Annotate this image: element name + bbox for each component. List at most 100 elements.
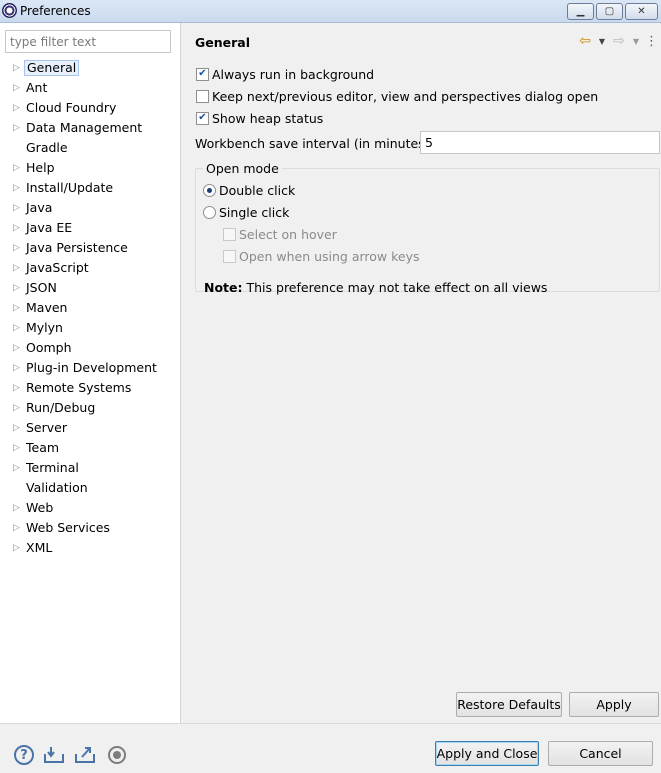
tree-item-label: Java Persistence <box>26 240 128 255</box>
expand-arrow-icon[interactable]: ▷ <box>13 58 23 78</box>
expand-arrow-icon[interactable]: ▷ <box>13 238 23 258</box>
keep-next-previous-label: Keep next/previous editor, view and pers… <box>212 88 599 104</box>
preferences-tree: ▷ General ▷ Ant ▷ Cloud Foundry ▷ Data Manageme… <box>0 58 180 558</box>
tree-item[interactable]: ▷ XML <box>0 538 180 558</box>
expand-arrow-icon[interactable]: ▷ <box>13 218 23 238</box>
tree-item[interactable]: ▷ JSON <box>0 278 180 298</box>
view-menu-icon[interactable]: ⋮ <box>645 34 658 49</box>
expand-arrow-icon[interactable]: ▷ <box>13 258 23 278</box>
single-click-option[interactable]: Single click <box>203 203 289 221</box>
open-arrow-keys-option[interactable]: Open when using arrow keys <box>223 247 420 265</box>
radio-selected-dot-icon <box>207 187 212 193</box>
expand-arrow-icon[interactable]: ▷ <box>13 298 23 318</box>
select-on-hover-option[interactable]: Select on hover <box>223 225 337 243</box>
expand-arrow-icon[interactable]: ▷ <box>13 178 23 198</box>
help-button[interactable]: ? <box>13 744 35 766</box>
expand-arrow-icon[interactable]: ▷ <box>13 518 23 538</box>
keep-next-previous-option[interactable]: Keep next/previous editor, view and pers… <box>196 87 598 105</box>
tree-item-label: Mylyn <box>26 320 63 335</box>
back-history-dropdown-icon[interactable]: ▼ <box>597 37 607 46</box>
expand-arrow-icon[interactable]: ▷ <box>13 118 23 138</box>
back-arrow-icon[interactable]: ⇦ <box>577 33 593 49</box>
tree-item-label: Cloud Foundry <box>26 100 117 115</box>
apply-and-close-button[interactable]: Apply and Close <box>435 741 539 766</box>
tree-item[interactable]: ▷ Java EE <box>0 218 180 238</box>
tree-item[interactable]: ▷ Plug-in Development <box>0 358 180 378</box>
double-click-radio[interactable] <box>203 183 216 197</box>
always-run-background-checkbox[interactable]: ✔ <box>196 67 209 81</box>
export-preferences-button[interactable] <box>74 744 96 766</box>
tree-item[interactable]: ▷ Cloud Foundry <box>0 98 180 118</box>
keep-next-previous-checkbox[interactable] <box>196 89 209 103</box>
note-text: This preference may not take effect on a… <box>242 280 548 295</box>
tree-item[interactable]: ▷ Install/Update <box>0 178 180 198</box>
expand-arrow-icon[interactable]: ▷ <box>13 438 23 458</box>
tree-item[interactable]: ▷ General <box>0 58 180 78</box>
expand-arrow-icon[interactable]: ▷ <box>13 498 23 518</box>
expand-arrow-icon[interactable]: ▷ <box>13 198 23 218</box>
expand-arrow-icon[interactable]: ▷ <box>13 98 23 118</box>
maximize-button[interactable]: ▢ <box>596 3 623 20</box>
always-run-background-label: Always run in background <box>212 66 375 82</box>
tree-item-label: JavaScript <box>26 260 89 275</box>
close-button[interactable]: ✕ <box>625 3 658 20</box>
tree-item[interactable]: ▷ Run/Debug <box>0 398 180 418</box>
tree-item[interactable]: ▷ Maven <box>0 298 180 318</box>
forward-history-dropdown-icon[interactable]: ▼ <box>631 37 641 46</box>
expand-arrow-icon[interactable]: ▷ <box>13 318 23 338</box>
tree-item[interactable]: ▷ Java Persistence <box>0 238 180 258</box>
tree-item[interactable]: ▷ Team <box>0 438 180 458</box>
tree-item[interactable]: ▷ Data Management <box>0 118 180 138</box>
minimize-button[interactable]: ▁ <box>567 3 594 20</box>
tree-item[interactable]: ▷ Terminal <box>0 458 180 478</box>
tree-item[interactable]: ▷ Web Services <box>0 518 180 538</box>
tree-item[interactable]: ▷ Server <box>0 418 180 438</box>
tree-item-label: Install/Update <box>26 180 114 195</box>
tree-item[interactable]: ▷ JavaScript <box>0 258 180 278</box>
expand-arrow-icon[interactable]: ▷ <box>13 458 23 478</box>
filter-input[interactable] <box>5 30 171 53</box>
expand-arrow-icon[interactable]: ▷ <box>13 398 23 418</box>
import-preferences-button[interactable] <box>43 744 65 766</box>
tree-item[interactable]: Gradle <box>0 138 180 158</box>
page-navigation-toolbar: ⇦ ▼ ⇨ ▼ ⋮ <box>577 33 658 49</box>
apply-button[interactable]: Apply <box>569 692 659 717</box>
tree-item[interactable]: Validation <box>0 478 180 498</box>
expand-arrow-icon[interactable]: ▷ <box>13 538 23 558</box>
always-run-background-option[interactable]: ✔ Always run in background <box>196 65 374 83</box>
stop-button[interactable] <box>106 744 128 766</box>
expand-arrow-icon[interactable]: ▷ <box>13 278 23 298</box>
tree-item-label: Java <box>26 200 53 215</box>
tree-item-label: Plug-in Development <box>26 360 157 375</box>
restore-defaults-button[interactable]: Restore Defaults <box>456 692 562 717</box>
tree-item[interactable]: ▷ Mylyn <box>0 318 180 338</box>
dialog-footer: ? Apply and Close Cancel <box>0 723 661 773</box>
show-heap-status-option[interactable]: ✔ Show heap status <box>196 109 323 127</box>
select-on-hover-label: Select on hover <box>239 226 337 242</box>
tree-item[interactable]: ▷ Ant <box>0 78 180 98</box>
expand-arrow-icon[interactable]: ▷ <box>13 78 23 98</box>
open-mode-legend: Open mode <box>203 161 282 176</box>
single-click-radio[interactable] <box>203 205 216 219</box>
expand-arrow-icon[interactable]: ▷ <box>13 158 23 178</box>
expand-arrow-icon[interactable]: ▷ <box>13 338 23 358</box>
tree-item[interactable]: ▷ Help <box>0 158 180 178</box>
cancel-button[interactable]: Cancel <box>548 741 653 766</box>
select-on-hover-checkbox[interactable] <box>223 227 236 241</box>
save-interval-input[interactable] <box>420 131 660 154</box>
expand-arrow-icon[interactable]: ▷ <box>13 378 23 398</box>
tree-item[interactable]: ▷ Java <box>0 198 180 218</box>
open-mode-note: Note: This preference may not take effec… <box>204 280 547 295</box>
tree-item[interactable]: ▷ Oomph <box>0 338 180 358</box>
forward-arrow-icon[interactable]: ⇨ <box>611 33 627 49</box>
expand-arrow-icon[interactable]: ▷ <box>13 418 23 438</box>
double-click-option[interactable]: Double click <box>203 181 295 199</box>
expand-arrow-icon[interactable]: ▷ <box>13 358 23 378</box>
open-arrow-keys-checkbox[interactable] <box>223 249 236 263</box>
tree-item[interactable]: ▷ Remote Systems <box>0 378 180 398</box>
window-title: Preferences <box>20 4 91 18</box>
tree-item-label: Terminal <box>26 460 79 475</box>
tree-item-label: Maven <box>26 300 68 315</box>
tree-item[interactable]: ▷ Web <box>0 498 180 518</box>
show-heap-status-checkbox[interactable]: ✔ <box>196 111 209 125</box>
